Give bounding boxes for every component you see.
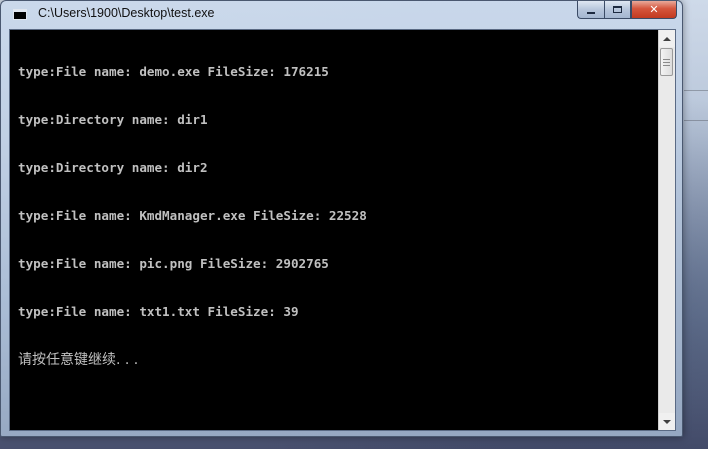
arrow-up-icon xyxy=(663,36,671,41)
window-title: C:\Users\1900\Desktop\test.exe xyxy=(38,6,215,20)
grip-line xyxy=(663,58,670,60)
maximize-icon xyxy=(613,6,622,13)
scrollbar-thumb[interactable] xyxy=(660,48,673,76)
press-any-key-prompt: 请按任意键继续. . . xyxy=(18,352,139,368)
console-line: type:File name: demo.exe FileSize: 17621… xyxy=(18,64,329,79)
console-window[interactable]: C:\Users\1900\Desktop\test.exe ✕ type:Fi… xyxy=(0,0,683,437)
console-output-area[interactable]: type:File name: demo.exe FileSize: 17621… xyxy=(9,29,676,431)
maximize-button[interactable] xyxy=(604,1,631,19)
grip-line xyxy=(663,64,670,66)
scroll-down-button[interactable] xyxy=(659,413,675,430)
wallpaper-wire xyxy=(684,120,708,121)
console-line: type:Directory name: dir2 xyxy=(18,160,208,175)
console-line: type:File name: pic.png FileSize: 290276… xyxy=(18,256,329,271)
console-app-icon[interactable] xyxy=(13,9,27,20)
console-line: type:Directory name: dir1 xyxy=(18,112,208,127)
wallpaper-wire xyxy=(684,90,708,91)
vertical-scrollbar[interactable] xyxy=(658,30,675,430)
title-bar[interactable]: C:\Users\1900\Desktop\test.exe ✕ xyxy=(1,1,682,29)
arrow-down-icon xyxy=(663,419,671,424)
close-icon: ✕ xyxy=(649,3,659,16)
grip-line xyxy=(663,61,670,63)
minimize-icon xyxy=(587,11,595,14)
scroll-up-button[interactable] xyxy=(659,30,675,47)
console-line: type:File name: KmdManager.exe FileSize:… xyxy=(18,208,367,223)
minimize-button[interactable] xyxy=(577,1,604,19)
window-controls: ✕ xyxy=(577,1,677,19)
console-line: type:File name: txt1.txt FileSize: 39 xyxy=(18,304,299,319)
close-button[interactable]: ✕ xyxy=(631,1,677,19)
console-output: type:File name: demo.exe FileSize: 17621… xyxy=(18,32,367,400)
